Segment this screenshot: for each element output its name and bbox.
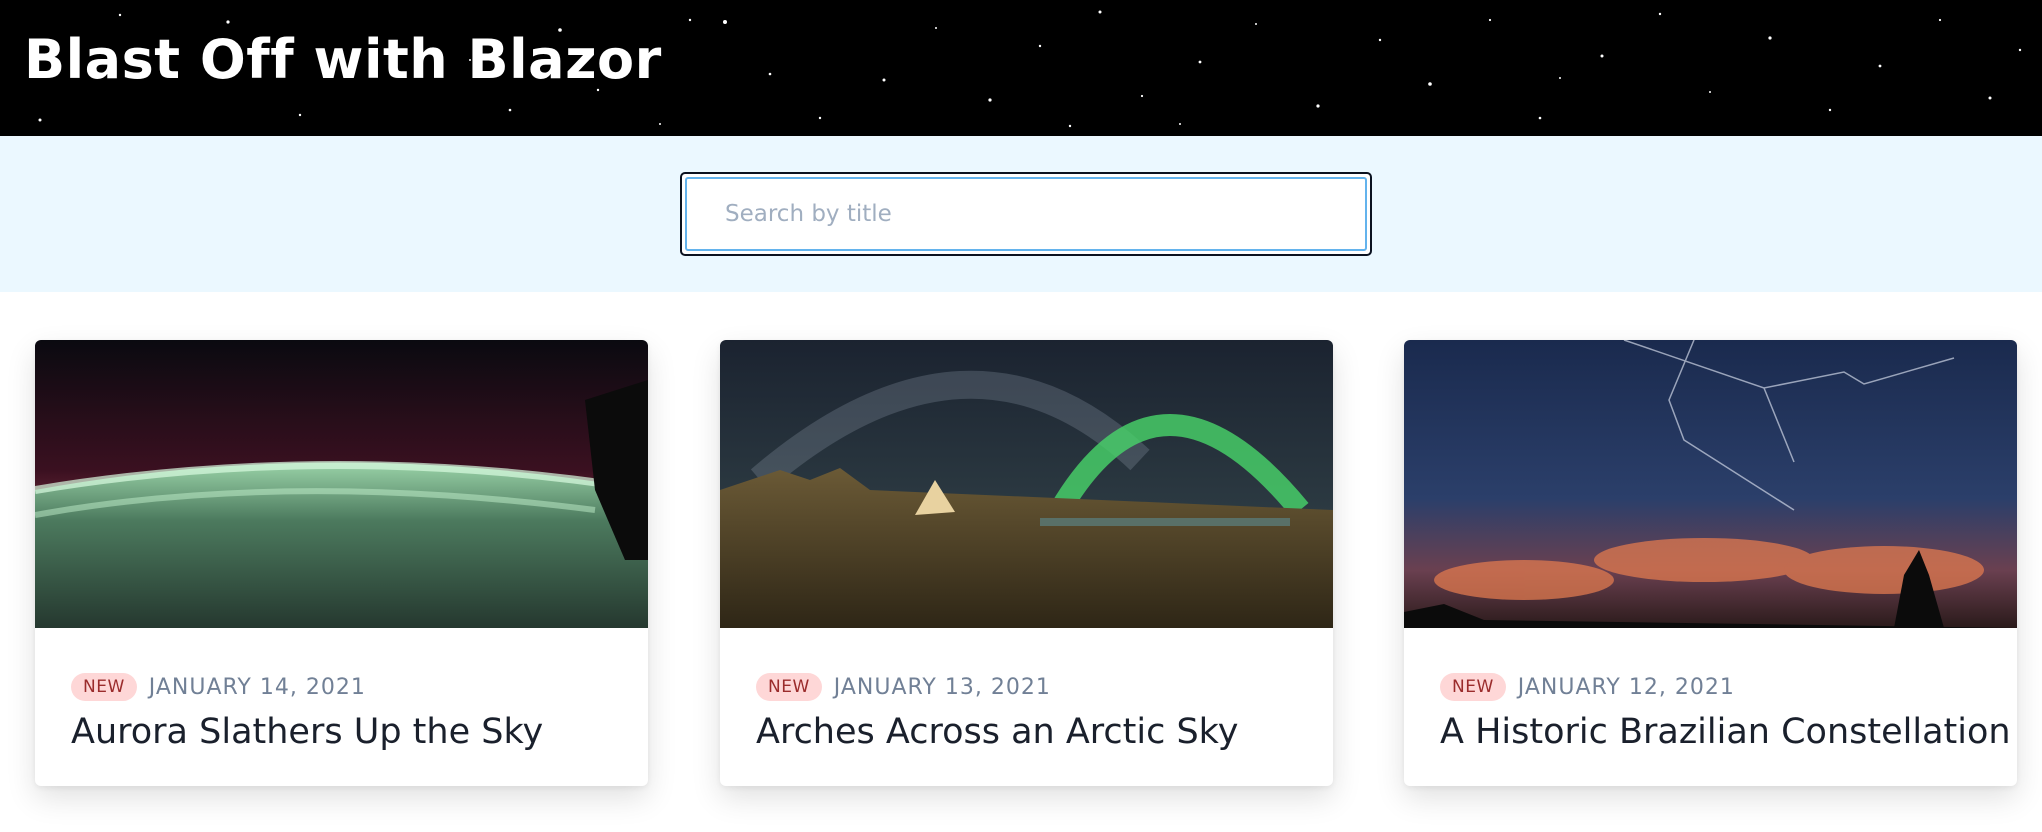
card-date: JANUARY 12, 2021 bbox=[1517, 674, 1735, 700]
card-title[interactable]: Arches Across an Arctic Sky bbox=[756, 712, 1238, 752]
search-box bbox=[680, 172, 1372, 256]
new-badge: NEW bbox=[756, 673, 822, 701]
card-date: JANUARY 13, 2021 bbox=[833, 674, 1051, 700]
aurora-over-earth-image bbox=[35, 340, 648, 628]
arctic-arch-image bbox=[720, 340, 1333, 628]
new-badge: NEW bbox=[71, 673, 137, 701]
card-title[interactable]: Aurora Slathers Up the Sky bbox=[71, 712, 543, 752]
article-card[interactable]: NEW JANUARY 14, 2021 Aurora Slathers Up … bbox=[35, 340, 648, 786]
article-card[interactable]: NEW JANUARY 13, 2021 Arches Across an Ar… bbox=[720, 340, 1333, 786]
card-title[interactable]: A Historic Brazilian Constellation bbox=[1440, 712, 2011, 752]
new-badge: NEW bbox=[1440, 673, 1506, 701]
site-title: Blast Off with Blazor bbox=[24, 28, 662, 91]
card-meta: NEW JANUARY 12, 2021 bbox=[1440, 670, 1735, 704]
constellation-image bbox=[1404, 340, 2017, 628]
card-meta: NEW JANUARY 14, 2021 bbox=[71, 670, 366, 704]
article-card[interactable]: NEW JANUARY 12, 2021 A Historic Brazilia… bbox=[1404, 340, 2017, 786]
card-meta: NEW JANUARY 13, 2021 bbox=[756, 670, 1051, 704]
site-header: Blast Off with Blazor bbox=[0, 0, 2042, 136]
card-date: JANUARY 14, 2021 bbox=[148, 674, 366, 700]
search-input[interactable] bbox=[685, 177, 1367, 251]
